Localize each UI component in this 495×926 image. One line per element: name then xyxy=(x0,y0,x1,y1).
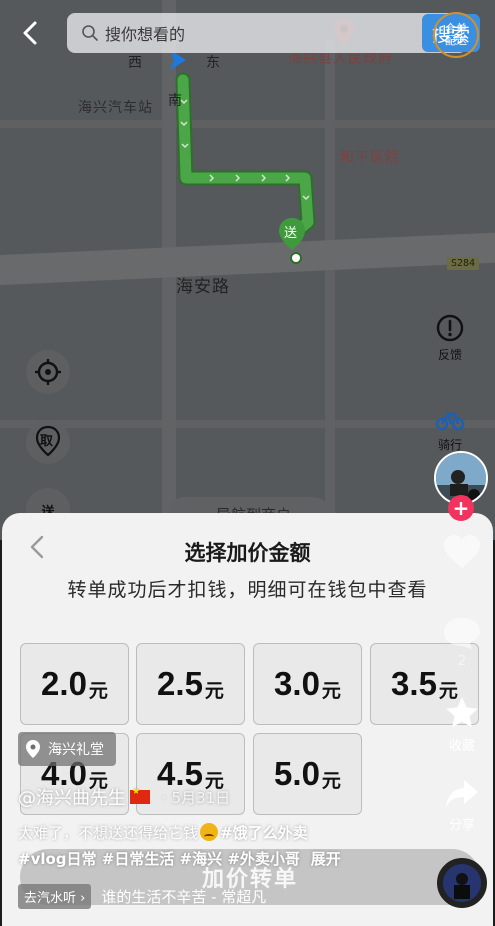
feedback-button[interactable]: 反馈 xyxy=(430,314,470,363)
share-button[interactable]: 分享 xyxy=(438,778,486,833)
listen-in-qishui-button[interactable]: 去汽水听 › xyxy=(18,884,92,909)
heart-icon xyxy=(444,535,480,568)
expand-caption-button[interactable]: 展开 xyxy=(311,850,341,868)
author-name[interactable]: @海兴曲先生 xyxy=(18,784,126,810)
video-caption: 太难了，不想送还得给它钱 #饿了么外卖 #vlog日常 #日常生活 #海兴 #外卖… xyxy=(18,823,341,868)
delivery-route xyxy=(175,72,316,264)
collect-button[interactable]: 收藏 xyxy=(438,695,486,754)
music-row: 去汽水听 › 谁的生活不辛苦 - 常超凡 xyxy=(18,884,266,909)
locate-button[interactable] xyxy=(26,350,70,394)
amount-option[interactable]: 3.0 元 xyxy=(253,643,362,725)
deliver-pin-icon: 送 xyxy=(279,218,305,250)
like-count: 2 xyxy=(457,654,467,669)
back-arrow-icon xyxy=(23,21,37,45)
post-date: · 5月31日 xyxy=(162,788,231,807)
comment-button[interactable]: 2 xyxy=(438,616,486,669)
follow-button[interactable]: + xyxy=(448,495,474,521)
merge-delivery-badge[interactable]: 合单 配送 xyxy=(433,12,479,58)
pickup-point-button[interactable]: 取 xyxy=(26,420,70,464)
music-title[interactable]: 谁的生活不辛苦 - 常超凡 xyxy=(101,886,266,907)
amount-option[interactable]: 2.5 元 xyxy=(136,643,245,725)
amount-option[interactable]: 5.0 元 xyxy=(253,733,362,815)
album-cover-icon xyxy=(443,864,481,902)
author-line: @海兴曲先生 · 5月31日 xyxy=(18,784,230,810)
location-pin-icon xyxy=(26,740,40,758)
search-input[interactable]: 搜你想看的 xyxy=(67,13,467,53)
like-button[interactable] xyxy=(438,534,486,574)
hashtag[interactable]: #饿了么外卖 xyxy=(220,824,308,842)
share-arrow-icon xyxy=(446,780,478,808)
alert-icon xyxy=(436,314,464,342)
china-flag-icon xyxy=(130,787,150,804)
music-disc[interactable] xyxy=(437,858,487,908)
comment-icon xyxy=(444,618,480,649)
angry-emoji-icon xyxy=(200,823,219,841)
search-placeholder: 搜你想看的 xyxy=(105,25,186,44)
back-button[interactable] xyxy=(18,18,44,48)
sheet-subtitle: 转单成功后才扣钱，明细可在钱包中查看 xyxy=(67,579,428,601)
star-icon xyxy=(446,697,478,728)
ride-mode-button[interactable]: 骑行 xyxy=(430,408,470,453)
hashtag-list[interactable]: #vlog日常 #日常生活 #海兴 #外卖小哥 xyxy=(18,850,300,868)
location-tag[interactable]: 海兴礼堂 xyxy=(18,732,116,766)
locate-icon xyxy=(35,359,61,385)
search-icon xyxy=(82,25,98,41)
bicycle-icon xyxy=(435,412,465,431)
sheet-title: 选择加价金额 xyxy=(184,541,311,565)
amount-option[interactable]: 2.0 元 xyxy=(20,643,129,725)
map-view[interactable]: 海兴汽车站 海兴县人民政府 和平医院 海安路 S284 送 西 东 南 搜你想看… xyxy=(0,0,495,540)
